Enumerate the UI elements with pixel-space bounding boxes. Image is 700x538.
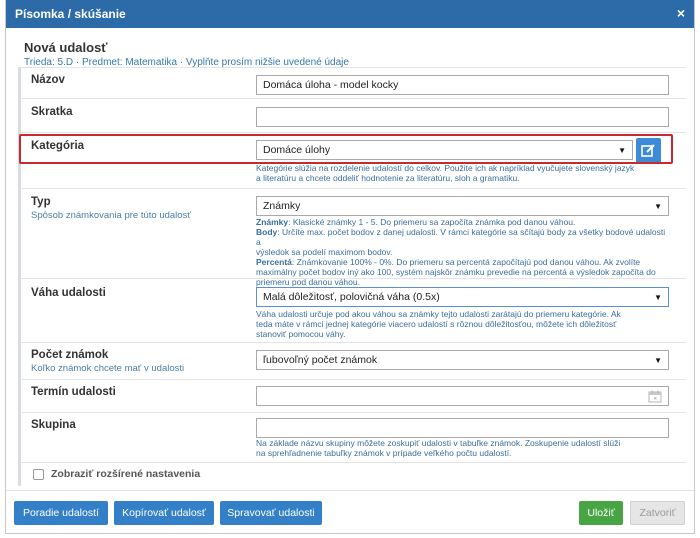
pocet-label: Počet známok <box>31 349 109 361</box>
typ-label: Typ <box>31 196 51 208</box>
nazov-input[interactable]: Domáca úloha - model kocky <box>256 75 669 95</box>
dialog-title: Písomka / skúšanie <box>15 7 126 21</box>
kategoria-help-line1: Kategórie slúžia na rozdelenie udalostí … <box>256 163 635 173</box>
field-row-skupina: Skupina Na základe názvu skupiny môžete … <box>18 412 686 462</box>
dialog-titlebar: Písomka / skúšanie × <box>6 0 694 28</box>
nazov-label: Názov <box>31 74 65 86</box>
chevron-down-icon: ▼ <box>654 293 662 302</box>
skupina-input[interactable] <box>256 418 669 438</box>
field-row-pocet: Počet známok Koľko známok chcete mať v u… <box>18 342 686 379</box>
skupina-label: Skupina <box>31 419 76 431</box>
dialog-heading: Nová udalosť Trieda: 5.D · Predmet: Mate… <box>6 28 694 68</box>
save-button[interactable]: Uložiť <box>579 501 623 525</box>
termin-label: Termín udalosti <box>31 386 116 398</box>
typ-selected-value: Známky <box>263 200 301 212</box>
vaha-select[interactable]: Malá dôležitosť, polovičná váha (0.5x) ▼ <box>256 287 669 307</box>
copy-event-button[interactable]: Kopírovať udalosť <box>114 501 214 525</box>
kategoria-highlight-box <box>19 134 673 164</box>
skratka-label: Skratka <box>31 106 73 118</box>
advanced-settings-label[interactable]: Zobraziť rozšírené nastavenia <box>51 468 200 480</box>
vaha-help-line3: stanoviť pomocou váhy. <box>256 329 346 339</box>
close-button[interactable]: Zatvoriť <box>630 501 685 525</box>
vaha-selected-value: Malá dôležitosť, polovičná váha (0.5x) <box>263 291 440 303</box>
typ-help-percenta-2: maximálny počet bodov iný ako 100, systé… <box>256 267 656 277</box>
typ-help-percenta: Percentá: Známkovanie 100% - 0%. Do prie… <box>256 257 641 267</box>
typ-help-znamky: Známky: Klasické známky 1 - 5. Do prieme… <box>256 217 576 227</box>
typ-help: Známky: Klasické známky 1 - 5. Do prieme… <box>256 217 671 287</box>
typ-select[interactable]: Známky ▼ <box>256 196 669 216</box>
field-row-nazov: Názov Domáca úloha - model kocky <box>18 67 686 98</box>
typ-sublabel: Spôsob známkovania pre túto udalosť <box>31 210 191 221</box>
vaha-help: Váha udalosti určuje pod akou váhou sa z… <box>256 309 671 339</box>
dialog-footer: Poradie udalostí Kopírovať udalosť Sprav… <box>6 490 696 534</box>
advanced-settings-checkbox[interactable] <box>33 469 44 480</box>
skratka-input[interactable] <box>256 107 669 127</box>
kategoria-help: Kategórie slúžia na rozdelenie udalostí … <box>256 163 671 183</box>
typ-help-body-2: výsledok sa podelí maximom bodov. <box>256 247 393 257</box>
pocet-selected-value: ľubovoľný počet známok <box>263 354 378 366</box>
calendar-icon[interactable] <box>648 390 662 403</box>
vaha-help-line1: Váha udalosti určuje pod akou váhou sa z… <box>256 309 621 319</box>
field-row-vaha: Váha udalosti Malá dôležitosť, polovičná… <box>18 278 686 342</box>
skupina-help-line1: Na základe názvu skupiny môžete zoskupiť… <box>256 438 621 448</box>
field-row-termin: Termín udalosti <box>18 379 686 412</box>
manage-events-button[interactable]: Spravovať udalosti <box>220 501 322 525</box>
field-row-skratka: Skratka <box>18 98 686 132</box>
kategoria-help-line2: a literatúru a chcete oddeliť hodnotenie… <box>256 173 520 183</box>
chevron-down-icon: ▼ <box>654 356 662 365</box>
field-row-typ: Typ Spôsob známkovania pre túto udalosť … <box>18 188 686 287</box>
skupina-help-line2: na sprehľadnenie tabuľky známok v prípad… <box>256 448 512 458</box>
page-title: Nová udalosť <box>24 40 108 55</box>
skupina-help: Na základe názvu skupiny môžete zoskupiť… <box>256 438 671 458</box>
pocet-select[interactable]: ľubovoľný počet známok ▼ <box>256 350 669 370</box>
advanced-settings-row: Zobraziť rozšírené nastavenia <box>18 462 686 486</box>
termin-date-input[interactable] <box>256 386 669 406</box>
vaha-label: Váha udalosti <box>31 287 106 299</box>
pocet-sublabel: Koľko známok chcete mať v udalosti <box>31 363 185 374</box>
chevron-down-icon: ▼ <box>654 202 662 211</box>
close-icon[interactable]: × <box>677 5 685 21</box>
typ-help-body: Body: Určíte max. počet bodov z danej ud… <box>256 227 666 247</box>
vaha-help-line2: teda máte v rámci jednej kategórie viace… <box>256 319 617 329</box>
event-dialog: Písomka / skúšanie × Nová udalosť Trieda… <box>5 0 696 534</box>
event-order-button[interactable]: Poradie udalostí <box>14 501 108 525</box>
